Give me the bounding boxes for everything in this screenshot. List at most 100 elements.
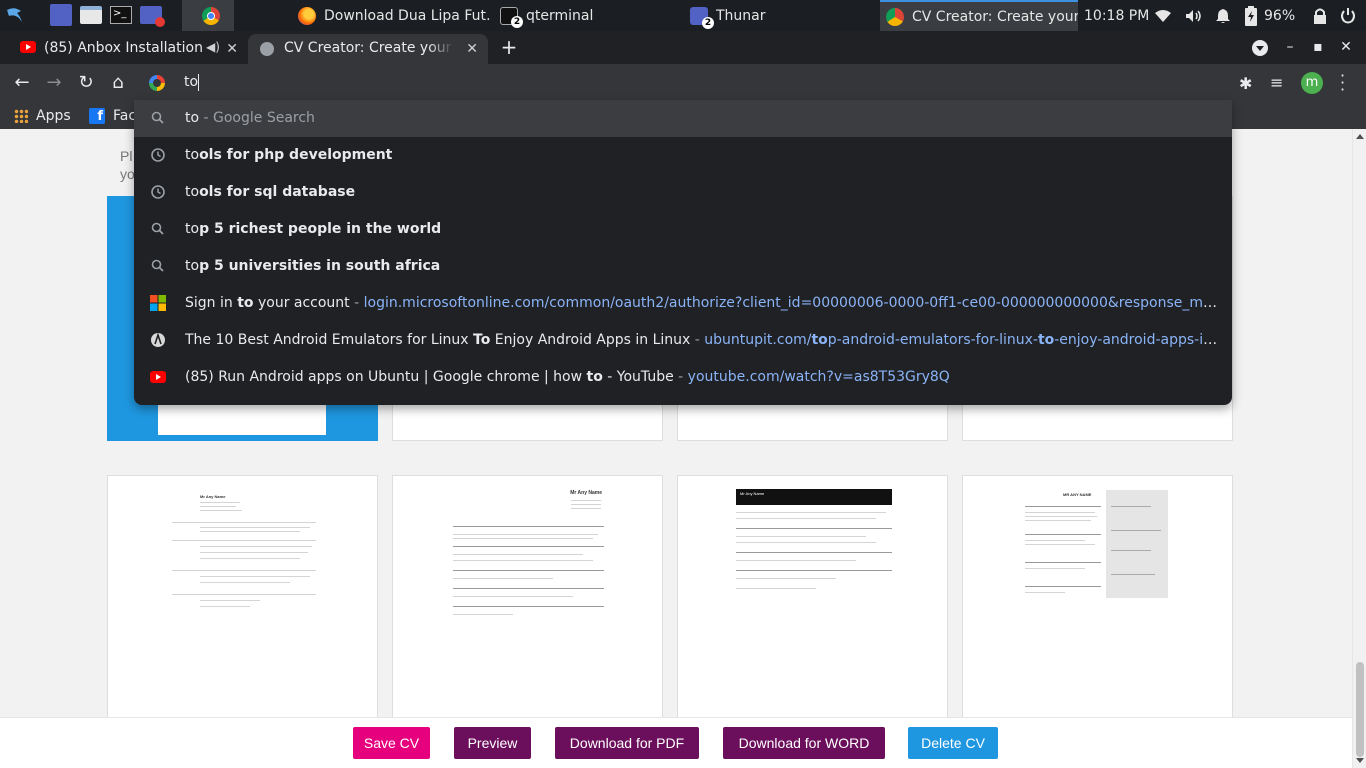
template-card[interactable]: Mr Any Name <box>677 475 948 735</box>
suggestion-search[interactable]: top 5 richest people in the world <box>134 211 1232 248</box>
history-clock-icon <box>150 147 166 163</box>
wifi-icon[interactable] <box>1155 0 1171 31</box>
taskbar-task-label: Download Dua Lipa Fut… <box>324 7 490 24</box>
google-g-icon <box>149 75 165 91</box>
preview-button[interactable]: Preview <box>454 727 531 759</box>
forward-arrow-icon[interactable]: → <box>43 72 65 94</box>
suggestion-url: ubuntupit.com/top-android-emulators-for-… <box>704 332 1225 348</box>
cv-creator-favicon-icon <box>260 42 274 56</box>
suggestion-url: youtube.com/watch?v=as8T53Gry8Q <box>687 369 950 385</box>
template-card[interactable]: Mr Any Name <box>107 475 378 735</box>
suggestion-search[interactable]: top 5 universities in south africa <box>134 248 1232 285</box>
bookmark-apps[interactable]: Apps <box>14 105 71 127</box>
suggestion-google-search[interactable]: to - Google Search <box>134 100 1232 137</box>
suggestion-youtube[interactable]: (85) Run Android apps on Ubuntu | Google… <box>134 359 1232 396</box>
template-name: MR ANY NAME <box>1063 492 1092 497</box>
download-word-button[interactable]: Download for WORD <box>723 727 885 759</box>
taskbar-chrome-window[interactable] <box>182 0 234 31</box>
suggestion-ubuntupit[interactable]: The 10 Best Android Emulators for Linux … <box>134 322 1232 359</box>
search-icon <box>150 110 166 126</box>
browser-toolbar: ← → ↻ ⌂ ✱ ≡ m · · · <box>0 64 1366 102</box>
page-scrollbar[interactable] <box>1352 129 1366 768</box>
omnibox-suggestions: to - Google Search tools for php develop… <box>134 100 1232 405</box>
maximize-icon[interactable]: ▪ <box>1308 37 1328 57</box>
file-manager-launcher-icon[interactable] <box>80 6 102 24</box>
tab-search-icon[interactable] <box>1252 40 1268 56</box>
bookmark-facebook[interactable]: f Fac <box>89 105 136 127</box>
minimize-icon[interactable]: – <box>1280 37 1300 57</box>
suggestion-completion: p 5 universities in south africa <box>199 258 441 274</box>
download-pdf-button[interactable]: Download for PDF <box>555 727 699 759</box>
battery-percent: 96% <box>1264 7 1296 24</box>
template-preview: Mr Any Name <box>170 490 318 620</box>
back-arrow-icon[interactable]: ← <box>11 72 33 94</box>
chrome-menu-icon[interactable]: · · · <box>1340 68 1345 98</box>
tab-audio-icon[interactable]: ◀) <box>206 40 220 54</box>
profile-avatar[interactable]: m <box>1301 72 1323 94</box>
window-close-icon[interactable]: ✕ <box>1336 37 1356 57</box>
terminal-launcher-icon[interactable]: >_ <box>110 6 132 24</box>
omnibox-input[interactable]: to <box>184 74 198 90</box>
template-name: Mr Any Name <box>740 491 765 496</box>
suggestion-microsoft-login[interactable]: Sign in to your account - login.microsof… <box>134 285 1232 322</box>
volume-icon[interactable] <box>1185 0 1203 31</box>
chrome-icon <box>886 7 904 26</box>
template-card[interactable]: Mr Any Name <box>392 475 663 735</box>
template-card[interactable]: MR ANY NAME <box>962 475 1233 735</box>
suggestion-hint: - Google Search <box>199 110 315 126</box>
template-preview: MR ANY NAME <box>1023 490 1168 600</box>
scrollbar-thumb[interactable] <box>1356 662 1364 757</box>
suggestion-history[interactable]: tools for php development <box>134 137 1232 174</box>
tab-title: CV Creator: Create your own <box>284 40 454 56</box>
search-icon <box>150 221 166 237</box>
media-control-icon[interactable]: ≡ <box>1270 73 1283 92</box>
suggestion-match: to <box>185 110 200 126</box>
clock-label: 10:18 PM <box>1084 7 1150 24</box>
notifications-icon[interactable] <box>1215 0 1231 31</box>
show-desktop-icon[interactable] <box>50 4 72 26</box>
suggestion-completion: p 5 richest people in the world <box>199 221 442 237</box>
window-count-badge: 2 <box>511 15 523 28</box>
taskbar-task-firefox[interactable]: Download Dua Lipa Fut… <box>292 0 490 31</box>
save-cv-button[interactable]: Save CV <box>353 727 430 759</box>
intro-text: Pl yo <box>120 148 135 182</box>
new-tab-button[interactable]: + <box>498 37 520 59</box>
taskbar-task-chrome[interactable]: CV Creator: Create your… <box>880 0 1078 31</box>
suggestion-history[interactable]: tools for sql database <box>134 174 1232 211</box>
power-icon[interactable] <box>1340 0 1356 31</box>
clock[interactable]: 10:18 PM <box>1084 0 1149 31</box>
apps-grid-icon <box>14 109 28 123</box>
chrome-icon <box>202 6 220 25</box>
reload-icon[interactable]: ↻ <box>75 72 97 94</box>
scroll-down-arrow-icon[interactable] <box>1356 758 1364 763</box>
tab-cv-creator[interactable]: CV Creator: Create your own ✕ <box>248 34 488 64</box>
lock-icon[interactable] <box>1313 0 1327 31</box>
scroll-up-arrow-icon[interactable] <box>1356 134 1364 139</box>
taskbar-task-qterminal[interactable]: 2 qterminal <box>494 0 674 31</box>
search-icon <box>150 258 166 274</box>
screen-recorder-launcher-icon[interactable] <box>140 6 165 27</box>
firefox-icon <box>298 6 316 25</box>
template-preview: Mr Any Name <box>451 488 606 628</box>
window-count-badge: 2 <box>702 16 714 29</box>
taskbar-task-label: CV Creator: Create your… <box>912 8 1078 25</box>
microsoft-icon <box>150 295 166 311</box>
extensions-icon[interactable]: ✱ <box>1239 74 1252 93</box>
kali-menu-icon[interactable] <box>4 4 26 26</box>
template-name: Mr Any Name <box>570 490 602 496</box>
tab-anbox-installation[interactable]: (85) Anbox Installation ◀) ✕ <box>8 34 248 64</box>
text-caret <box>198 74 199 91</box>
taskbar-task-label: qterminal <box>526 7 594 24</box>
tab-title: (85) Anbox Installation <box>44 40 203 56</box>
browser-tab-strip: (85) Anbox Installation ◀) ✕ CV Creator:… <box>0 31 1366 64</box>
template-name: Mr Any Name <box>200 494 226 499</box>
terminal-icon: 2 <box>500 6 523 28</box>
close-icon[interactable]: ✕ <box>226 41 238 57</box>
taskbar-task-thunar[interactable]: 2 Thunar <box>684 0 874 31</box>
close-icon[interactable]: ✕ <box>466 41 478 57</box>
battery-icon[interactable] <box>1244 0 1258 31</box>
suggestion-completion: ols for php development <box>199 147 393 163</box>
home-icon[interactable]: ⌂ <box>107 72 129 94</box>
template-preview: Mr Any Name <box>734 488 894 600</box>
delete-cv-button[interactable]: Delete CV <box>908 727 998 759</box>
